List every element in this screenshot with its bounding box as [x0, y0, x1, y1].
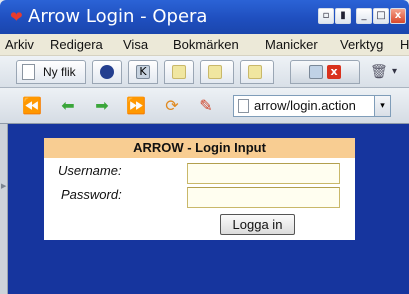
password-label: Password: [61, 187, 122, 202]
note-icon [208, 65, 222, 79]
new-tab-label: Ny flik [43, 65, 76, 79]
panel-handle-icon[interactable]: ▶ [1, 182, 6, 190]
password-input[interactable] [187, 187, 340, 208]
address-dropdown-button[interactable]: ▾ [374, 95, 391, 117]
close-button[interactable]: x [390, 8, 406, 24]
menu-item-redigera[interactable]: Redigera [50, 37, 103, 52]
tab-page-1[interactable] [164, 60, 194, 84]
document-icon [22, 64, 35, 80]
page-icon [172, 65, 186, 79]
username-label: Username: [58, 163, 122, 178]
window-titlebar[interactable]: ❤ Arrow Login - Opera ▫ ▮ _ □ x [0, 0, 409, 34]
menu-item-arkiv[interactable]: Arkiv [5, 37, 34, 52]
restore-tab-button[interactable]: ▫ [318, 8, 334, 24]
menu-item-verktyg[interactable]: Verktyg [340, 37, 383, 52]
bookmark-icon [100, 65, 114, 79]
navigation-toolbar: ⏪ ⬅ ➡ ⏩ ⟳ ✎ arrow/login.action ▾ [0, 88, 409, 124]
window-icon-button[interactable]: ▮ [335, 8, 351, 24]
tab-page-2[interactable] [200, 60, 234, 84]
menu-item-manicker[interactable]: Manicker [265, 37, 318, 52]
menu-bar: Arkiv Redigera Visa Bokmärken Manicker V… [0, 34, 409, 56]
menu-item-bokmarken[interactable]: Bokmärken [173, 37, 239, 52]
tab-page-3[interactable] [240, 60, 274, 84]
back-arrow-icon[interactable]: ⬅ [58, 96, 78, 116]
panel-toggle-strip[interactable] [0, 124, 8, 294]
window-title: Arrow Login - Opera [28, 6, 208, 27]
tab-arrow-login[interactable]: x [290, 60, 360, 84]
maximize-button[interactable]: □ [373, 8, 389, 24]
rewind-icon[interactable]: ⏪ [22, 96, 42, 116]
trash-icon[interactable]: 🗑 [370, 64, 388, 80]
page-icon [238, 99, 249, 113]
username-input[interactable] [187, 163, 340, 184]
page-icon [248, 65, 262, 79]
fast-forward-icon[interactable]: ⏩ [126, 96, 146, 116]
tab-bookmarks[interactable] [92, 60, 122, 84]
tab-kludge[interactable]: K [128, 60, 158, 84]
menu-item-visa[interactable]: Visa [123, 37, 148, 52]
wand-icon[interactable]: ✎ [196, 96, 216, 116]
k-icon: K [136, 65, 150, 79]
address-bar[interactable]: arrow/login.action [233, 95, 391, 117]
trash-dropdown-icon[interactable]: ▾ [392, 66, 397, 77]
opera-icon: ❤ [10, 8, 23, 26]
menu-item-hjalp[interactable]: H [400, 37, 409, 52]
minimize-button[interactable]: _ [356, 8, 372, 24]
reload-icon[interactable]: ⟳ [162, 96, 182, 116]
page-icon [309, 65, 323, 79]
close-tab-icon[interactable]: x [327, 65, 341, 79]
tab-bar: Ny flik K x 🗑 ▾ [0, 56, 409, 88]
address-text[interactable]: arrow/login.action [254, 98, 356, 113]
login-header: ARROW - Login Input [44, 138, 355, 158]
login-button[interactable]: Logga in [220, 214, 295, 235]
new-tab-button[interactable]: Ny flik [16, 60, 86, 84]
forward-arrow-icon[interactable]: ➡ [92, 96, 112, 116]
login-form: ARROW - Login Input Username: Password: … [44, 138, 355, 240]
